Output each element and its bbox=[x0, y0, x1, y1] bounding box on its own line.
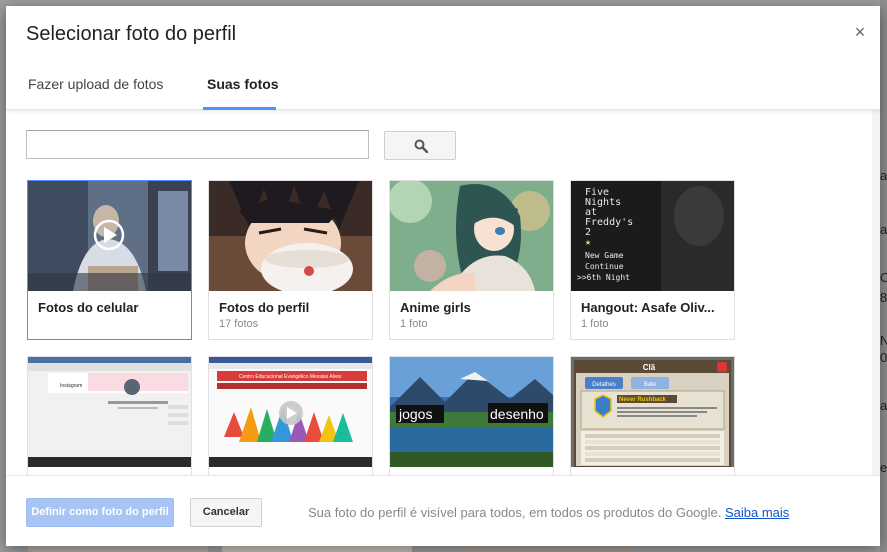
album-card[interactable]: Clã Detalhes Bate Never Rushback bbox=[570, 356, 735, 475]
bg-fragment: a bbox=[880, 222, 887, 237]
learn-more-link[interactable]: Saiba mais bbox=[725, 505, 789, 520]
game-title-line: Freddy's bbox=[585, 217, 633, 228]
clan-tab-chat: Bate bbox=[644, 382, 657, 388]
scrollbar[interactable] bbox=[872, 110, 880, 475]
album-thumbnail: jogos desenho bbox=[390, 357, 553, 467]
dialog-footer: Definir como foto do perfil Cancelar Sua… bbox=[6, 475, 880, 546]
game-menu-line: Continue bbox=[585, 262, 624, 271]
album-thumbnail bbox=[209, 181, 372, 291]
album-card[interactable]: Instagram bbox=[27, 356, 192, 475]
background-right-strip: a a C 8 N 0 a e bbox=[880, 0, 887, 552]
album-card[interactable]: Centro Educacional Evangélico Messias Al… bbox=[208, 356, 373, 475]
album-title: Fotos do celular bbox=[38, 300, 139, 315]
album-thumbnail: Clã Detalhes Bate Never Rushback bbox=[571, 357, 734, 467]
album-count: 17 fotos bbox=[219, 318, 259, 330]
album-card[interactable]: Anime girls 1 foto bbox=[389, 180, 554, 340]
bg-fragment: a bbox=[880, 398, 887, 413]
album-title: Anime girls bbox=[400, 300, 471, 315]
album-count: 1 foto bbox=[581, 318, 609, 330]
dialog-body: Fotos do celular Fotos do perfil 17 foto… bbox=[6, 110, 880, 475]
bg-fragment: N bbox=[880, 333, 887, 348]
bg-fragment: e bbox=[880, 460, 887, 475]
bg-fragment: a bbox=[880, 168, 887, 183]
logo-jogos: jogos bbox=[398, 406, 432, 422]
cancel-button[interactable]: Cancelar bbox=[190, 498, 262, 527]
visibility-note: Sua foto do perfil é visível para todos,… bbox=[308, 505, 789, 520]
album-thumbnail bbox=[390, 181, 553, 291]
logo-desenho: desenho bbox=[490, 406, 544, 422]
album-card[interactable]: Fotos do celular bbox=[27, 180, 192, 340]
bg-fragment: 0 bbox=[880, 350, 887, 365]
search-icon bbox=[414, 139, 428, 153]
album-thumbnail: Centro Educacional Evangélico Messias Al… bbox=[209, 357, 372, 467]
bg-fragment: 8 bbox=[880, 290, 887, 305]
album-thumbnail: Five Nights at Freddy's 2 ★ New Game Con… bbox=[571, 181, 734, 291]
album-card[interactable]: jogos desenho bbox=[389, 356, 554, 475]
album-thumbnail bbox=[28, 181, 191, 291]
dialog-header: Selecionar foto do perfil × Fazer upload… bbox=[6, 6, 880, 110]
set-profile-photo-button[interactable]: Definir como foto do perfil bbox=[26, 498, 174, 527]
album-title: Fotos do perfil bbox=[219, 300, 310, 315]
album-thumbnail: Instagram bbox=[28, 357, 191, 467]
clan-title: Clã bbox=[643, 363, 656, 372]
clan-tab-details: Detalhes bbox=[592, 382, 616, 388]
album-title: Hangout: Asafe Oliv... bbox=[581, 300, 715, 315]
dialog-title: Selecionar foto do perfil bbox=[26, 23, 237, 45]
site-banner-text: Centro Educacional Evangélico Messias Al… bbox=[239, 374, 342, 380]
active-tab-indicator bbox=[203, 107, 276, 110]
search-button[interactable] bbox=[384, 131, 456, 160]
close-button[interactable]: × bbox=[852, 23, 868, 41]
tab-upload-photos[interactable]: Fazer upload de fotos bbox=[28, 76, 163, 92]
game-menu-line: New Game bbox=[585, 251, 624, 260]
select-profile-photo-dialog: Selecionar foto do perfil × Fazer upload… bbox=[6, 6, 880, 546]
clan-name: Never Rushback bbox=[619, 397, 667, 403]
star-icon: ★ bbox=[585, 237, 591, 248]
visibility-note-text: Sua foto do perfil é visível para todos,… bbox=[308, 505, 722, 520]
search-input[interactable] bbox=[26, 130, 369, 159]
album-count: 1 foto bbox=[400, 318, 428, 330]
album-card[interactable]: Five Nights at Freddy's 2 ★ New Game Con… bbox=[570, 180, 735, 340]
bg-fragment: C bbox=[880, 270, 887, 285]
tab-your-photos[interactable]: Suas fotos bbox=[207, 76, 279, 92]
game-menu-line: >>6th Night bbox=[577, 273, 630, 282]
album-card[interactable]: Fotos do perfil 17 fotos bbox=[208, 180, 373, 340]
screenshot-header-text: Instagram bbox=[60, 383, 82, 389]
